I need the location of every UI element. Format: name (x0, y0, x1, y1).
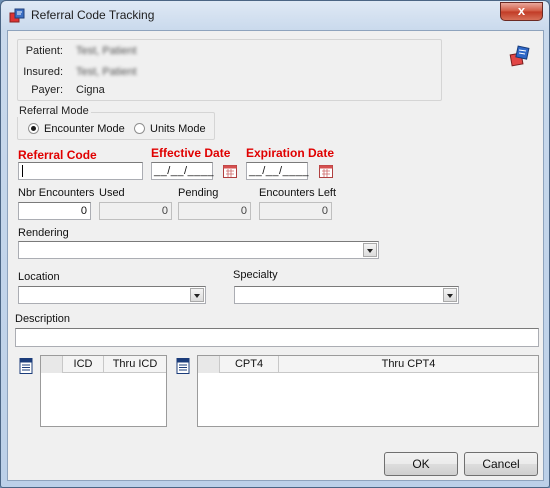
icd-grid-header: ICD Thru ICD (41, 356, 166, 373)
encounter-mode-label[interactable]: Encounter Mode (44, 123, 125, 135)
nbr-encounters-input[interactable]: 0 (18, 202, 91, 220)
referral-code-input[interactable] (18, 162, 143, 180)
location-dropdown[interactable] (18, 286, 206, 304)
cpt4-grid[interactable]: CPT4 Thru CPT4 (197, 355, 539, 427)
patient-value: Test, Patient (76, 45, 137, 57)
chevron-down-icon[interactable] (363, 243, 377, 257)
grid-row-gutter (198, 356, 220, 373)
nbr-encounters-value: 0 (80, 205, 87, 217)
close-button[interactable]: x (500, 2, 543, 21)
close-icon: x (517, 3, 526, 18)
cancel-button[interactable]: Cancel (464, 452, 538, 476)
thru-icd-column-header[interactable]: Thru ICD (104, 358, 166, 370)
expiration-date-input[interactable]: __/__/____ (246, 162, 310, 180)
window-title: Referral Code Tracking (31, 8, 155, 22)
dialog-body: Patient: Test, Patient Insured: Test, Pa… (7, 30, 544, 481)
insured-label: Insured: (23, 66, 63, 78)
effective-date-mask: __/__/____ (154, 165, 215, 177)
cpt4-column-header[interactable]: CPT4 (220, 358, 278, 370)
referral-logo-icon (509, 45, 530, 67)
effective-date-input[interactable]: __/__/____ (151, 162, 215, 180)
patient-label: Patient: (25, 45, 63, 57)
referral-code-label: Referral Code (18, 148, 97, 162)
rendering-label: Rendering (18, 227, 69, 239)
pending-label: Pending (178, 187, 219, 199)
used-label: Used (99, 187, 125, 199)
referral-app-icon (9, 8, 25, 23)
specialty-dropdown[interactable] (234, 286, 459, 304)
expiration-date-mask: __/__/____ (249, 165, 310, 177)
title-bar[interactable]: Referral Code Tracking x (1, 1, 549, 31)
grid-edit-icon[interactable] (176, 358, 190, 374)
specialty-label: Specialty (233, 269, 278, 281)
encounter-mode-radio[interactable] (28, 123, 39, 134)
encounters-left-label: Encounters Left (259, 187, 337, 199)
encounters-left-value: 0 (321, 205, 328, 217)
description-label: Description (15, 313, 71, 325)
rendering-dropdown[interactable] (18, 241, 379, 259)
icd-grid[interactable]: ICD Thru ICD (40, 355, 167, 427)
used-field: 0 (99, 202, 172, 220)
calendar-icon[interactable] (223, 164, 237, 178)
icd-column-header[interactable]: ICD (63, 358, 103, 370)
pending-value: 0 (240, 205, 247, 217)
referral-window: Referral Code Tracking x Patient: Test, … (0, 0, 550, 488)
ok-button[interactable]: OK (384, 452, 458, 476)
chevron-down-icon[interactable] (190, 288, 204, 302)
referral-mode-legend: Referral Mode (17, 105, 91, 117)
grid-edit-icon[interactable] (19, 358, 33, 374)
units-mode-label[interactable]: Units Mode (150, 123, 206, 135)
effective-date-label: Effective Date (151, 146, 231, 160)
expiration-date-label: Expiration Date (246, 146, 335, 160)
text-caret (22, 165, 23, 177)
used-value: 0 (161, 205, 168, 217)
location-label: Location (18, 271, 60, 283)
encounters-left-field: 0 (259, 202, 332, 220)
pending-field: 0 (178, 202, 251, 220)
units-mode-radio[interactable] (134, 123, 145, 134)
description-input[interactable] (15, 328, 539, 347)
insured-value: Test, Patient (76, 66, 137, 78)
calendar-icon[interactable] (319, 164, 333, 178)
payer-label: Payer: (31, 84, 63, 96)
thru-cpt4-column-header[interactable]: Thru CPT4 (279, 358, 538, 370)
chevron-down-icon[interactable] (443, 288, 457, 302)
cpt4-grid-header: CPT4 Thru CPT4 (198, 356, 538, 373)
nbr-encounters-label: Nbr Encounters (18, 187, 95, 199)
grid-row-gutter (41, 356, 63, 373)
payer-value: Cigna (76, 84, 105, 96)
